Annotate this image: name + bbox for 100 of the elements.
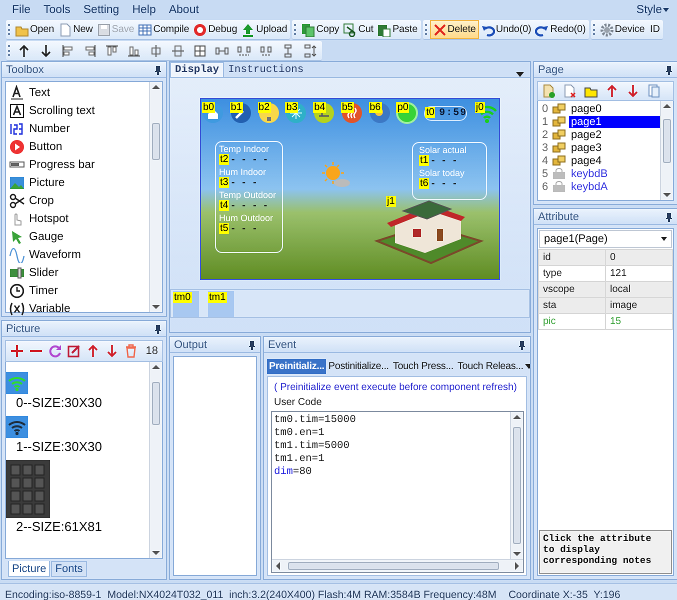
toolbox-item[interactable]: Crop: [9, 192, 146, 210]
attribute-name: vscope: [538, 282, 606, 298]
slider-icon: [9, 265, 25, 281]
component-tag: j0: [474, 102, 485, 113]
page-icon: [552, 129, 566, 140]
toolbar-button[interactable]: Debug: [191, 20, 240, 39]
landscape-icon: [9, 175, 25, 191]
toolbox-item[interactable]: Gauge: [9, 228, 146, 246]
scrollbar[interactable]: [149, 82, 162, 312]
scrollbar[interactable]: [272, 559, 523, 572]
toolbar-button[interactable]: Delete: [430, 20, 479, 39]
pin-icon[interactable]: [665, 212, 673, 222]
attribute-value[interactable]: image: [606, 298, 672, 314]
scrollbar[interactable]: [149, 362, 162, 558]
pin-icon[interactable]: [154, 64, 162, 74]
pin-icon[interactable]: [518, 340, 526, 350]
copy-page-icon[interactable]: [647, 84, 661, 98]
scrollbar[interactable]: [510, 412, 523, 559]
menu-item[interactable]: Help: [132, 2, 156, 16]
toolbar-button[interactable]: Cut: [341, 20, 376, 39]
align-top-icon[interactable]: [105, 44, 119, 58]
lock-icon: [552, 181, 566, 192]
center-vertical-icon[interactable]: [171, 44, 185, 58]
toolbar-button[interactable]: Redo(0): [533, 20, 588, 39]
toolbox-item[interactable]: Variable: [9, 300, 146, 316]
panel-tab[interactable]: Fonts: [51, 561, 87, 577]
page-item[interactable]: page3: [569, 142, 604, 154]
event-tab[interactable]: Preinitializ...: [267, 358, 326, 374]
toolbox-item[interactable]: Scrolling text: [9, 102, 146, 120]
refresh-icon[interactable]: [48, 344, 62, 358]
toolbox-item[interactable]: Slider: [9, 264, 146, 282]
toolbar-button[interactable]: Compile: [136, 20, 192, 39]
arrow-up-icon[interactable]: [17, 44, 31, 58]
cross-icon: [432, 22, 447, 36]
grid-icon: [138, 22, 152, 36]
page-item[interactable]: page2: [569, 128, 604, 140]
object-select[interactable]: page1(Page): [539, 230, 672, 248]
caret-icon: [663, 8, 669, 12]
attribute-value[interactable]: local: [606, 282, 672, 298]
page-item[interactable]: page1: [569, 116, 660, 128]
attribute-name: id: [538, 250, 606, 266]
status-text: Model:NX4024T032_011 inch:3.2(240X400) Flash:4M RAM:3584B Frequency:48M: [107, 588, 496, 600]
edit-icon[interactable]: [67, 344, 81, 358]
delete-page-icon[interactable]: [563, 84, 577, 98]
timer-component[interactable]: tm0: [173, 291, 199, 317]
toolbox-item[interactable]: Progress bar: [9, 156, 146, 174]
event-tab[interactable]: Touch Releas...: [455, 358, 526, 374]
menu-item[interactable]: About: [168, 2, 199, 16]
toolbox-item[interactable]: Timer: [9, 282, 146, 300]
align-bottom-icon[interactable]: [127, 44, 141, 58]
page-item[interactable]: page0: [569, 102, 604, 114]
toolbar-button[interactable]: Copy: [299, 20, 342, 39]
menu-item[interactable]: Tools: [44, 2, 70, 16]
toolbar-button[interactable]: Open: [13, 20, 56, 39]
toolbar-button[interactable]: New: [56, 20, 95, 39]
center-horizontal-icon[interactable]: [149, 44, 163, 58]
toolbar-button[interactable]: Undo(0): [478, 20, 534, 39]
toolbox-item[interactable]: Picture: [9, 174, 146, 192]
pin-icon[interactable]: [665, 64, 673, 74]
menu-item[interactable]: File: [12, 2, 31, 16]
toolbox-item[interactable]: Button: [9, 138, 146, 156]
clock-text: 9:59: [439, 108, 468, 118]
toolbox-item[interactable]: Waveform: [9, 246, 146, 264]
scrollbar[interactable]: [660, 101, 673, 200]
toolbox-item[interactable]: Hotspot: [9, 210, 146, 228]
page-item[interactable]: keybdA: [569, 180, 610, 192]
align-right-icon[interactable]: [83, 44, 97, 58]
editor-tab[interactable]: Instructions: [224, 63, 308, 77]
pin-icon[interactable]: [248, 340, 256, 350]
arrow-down-icon[interactable]: [39, 44, 53, 58]
caret-icon: [661, 237, 667, 241]
timer-component[interactable]: tm1: [208, 291, 234, 317]
toolbox-item[interactable]: Number: [9, 120, 146, 138]
toolbox-item[interactable]: Text: [9, 84, 146, 102]
component-tag: t4: [219, 200, 230, 211]
spacing-increase-icon[interactable]: [237, 44, 251, 58]
menu-item[interactable]: Setting: [83, 2, 120, 16]
cut-icon: [343, 22, 358, 36]
page-item[interactable]: keybdB: [569, 168, 610, 180]
trash-icon[interactable]: [124, 344, 138, 358]
plus-icon[interactable]: [10, 344, 24, 358]
page-item[interactable]: page4: [569, 154, 604, 166]
event-tab[interactable]: Postinitialize...: [326, 358, 391, 374]
grid-icon[interactable]: [193, 44, 207, 58]
panel-title: Event: [268, 338, 296, 350]
event-tab[interactable]: Touch Press...: [390, 358, 456, 374]
spacing-vertical-icon[interactable]: [303, 44, 317, 58]
style-menu[interactable]: Style: [636, 4, 669, 16]
panel-tab[interactable]: Picture: [8, 561, 50, 577]
spacing-decrease-icon[interactable]: [259, 44, 273, 58]
toolbar-button[interactable]: Paste: [375, 20, 420, 39]
toolbar-button[interactable]: Upload: [239, 20, 290, 39]
panel-title: Page: [538, 64, 564, 76]
code-label: User Code: [273, 396, 323, 410]
add-page-icon[interactable]: [542, 84, 556, 98]
attribute-value[interactable]: 0: [606, 250, 672, 266]
align-left-icon[interactable]: [61, 44, 75, 58]
component-tag: t1: [419, 155, 430, 166]
editor-tab[interactable]: Display: [170, 62, 224, 77]
pin-icon[interactable]: [154, 324, 162, 334]
